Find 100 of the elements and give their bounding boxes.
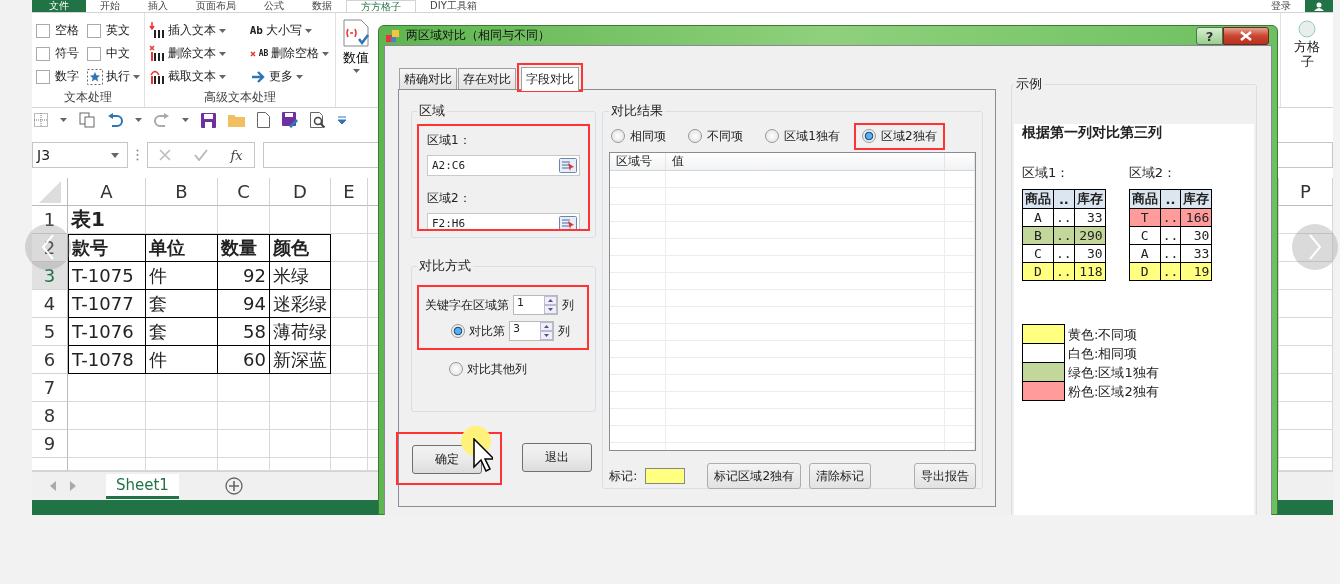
tab[interactable]: 精确对比: [399, 68, 457, 89]
checkbox-label: 数字: [55, 68, 79, 85]
table-cell: 94: [218, 290, 270, 318]
legend-label: 绿色:区域1独有: [1068, 363, 1159, 382]
button-label[interactable]: 子: [1300, 54, 1314, 69]
row-header[interactable]: 1: [32, 206, 68, 234]
range-field[interactable]: A2:C6: [427, 155, 581, 176]
color-swatch[interactable]: [645, 468, 686, 484]
ribbon-tab[interactable]: 方方格子: [346, 0, 416, 12]
new-document-icon: [257, 112, 270, 128]
radio-button[interactable]: [451, 324, 465, 338]
close-button[interactable]: [1223, 27, 1269, 45]
column-header[interactable]: C: [218, 178, 270, 206]
checkbox[interactable]: [36, 46, 50, 61]
table-cell: ..: [1160, 244, 1181, 263]
table-cell: 单位: [146, 234, 218, 262]
ribbon-tab[interactable]: 页面布局: [182, 0, 250, 12]
dialog-button[interactable]: 退出: [522, 443, 592, 472]
checkbox-label: 英文: [106, 22, 130, 39]
checkbox[interactable]: [87, 46, 101, 61]
tool-button[interactable]: 删除文本: [149, 45, 228, 62]
row-header[interactable]: 4: [32, 290, 68, 318]
checkbox[interactable]: [36, 69, 50, 84]
row-header[interactable]: 5: [32, 318, 68, 346]
scroll-right-icon[interactable]: [70, 481, 76, 491]
radio-button[interactable]: [861, 129, 876, 143]
file-tab[interactable]: 文件: [32, 0, 86, 12]
ribbon-tab[interactable]: 公式: [250, 0, 298, 12]
previous-button[interactable]: [25, 224, 71, 270]
column-header[interactable]: P: [1279, 178, 1333, 206]
help-button[interactable]: ?: [1196, 27, 1223, 45]
button-label[interactable]: 方格: [1294, 39, 1320, 54]
column-header[interactable]: A: [68, 178, 146, 206]
radio-label: 对比第: [469, 322, 505, 340]
table-cell: 33: [1074, 208, 1106, 227]
spin-arrows-icon[interactable]: [540, 322, 553, 340]
range-picker-icon[interactable]: [559, 216, 578, 229]
sign-in-link[interactable]: 登录: [1257, 0, 1305, 12]
range-field[interactable]: F2:H6: [427, 213, 581, 229]
table-cell: 290: [1074, 226, 1106, 245]
checkbox[interactable]: [87, 23, 101, 38]
column-header: 库存: [1074, 189, 1106, 209]
column-header[interactable]: D: [270, 178, 331, 206]
sheet-tab[interactable]: Sheet1: [106, 473, 179, 499]
number-spinner[interactable]: 1: [513, 295, 558, 315]
group-title: 区域: [418, 102, 446, 120]
share-button[interactable]: [1305, 0, 1333, 12]
ribbon-tab[interactable]: 数据: [298, 0, 346, 12]
insert-function-button[interactable]: fx: [230, 147, 243, 163]
action-button[interactable]: 标记区域2独有: [707, 463, 801, 489]
icon-glyph: AB: [258, 49, 269, 58]
caret-icon: [295, 74, 303, 79]
row-header[interactable]: 9: [32, 430, 68, 458]
radio-button[interactable]: [611, 129, 626, 143]
column-header[interactable]: E: [331, 178, 368, 206]
range-picker-icon[interactable]: [559, 158, 578, 173]
row-header[interactable]: 3: [32, 262, 68, 290]
tool-button[interactable]: 插入文本: [149, 22, 228, 39]
ribbon-tab[interactable]: 开始: [86, 0, 134, 12]
row-header[interactable]: 7: [32, 374, 68, 402]
tab[interactable]: 存在对比: [458, 68, 516, 89]
radio-button[interactable]: [688, 129, 703, 143]
number-button[interactable]: 数值: [336, 13, 376, 79]
cancel-icon[interactable]: [159, 149, 172, 161]
table-cell: A: [1129, 244, 1161, 263]
action-button[interactable]: 导出报告: [914, 463, 976, 489]
action-button[interactable]: 清除标记: [809, 463, 871, 489]
column-header[interactable]: B: [146, 178, 218, 206]
add-sheet-icon[interactable]: [224, 477, 243, 495]
column-header[interactable]: 值: [666, 153, 945, 170]
select-all-icon[interactable]: [38, 180, 61, 203]
tool-button[interactable]: 更多: [249, 68, 331, 85]
table-cell: [218, 206, 270, 234]
column-header: 库存: [1180, 189, 1212, 209]
tool-button[interactable]: AB 删除空格: [249, 45, 331, 62]
enter-icon[interactable]: [193, 149, 208, 161]
table-cell: ..: [1053, 208, 1075, 227]
checkbox[interactable]: [36, 23, 50, 38]
run-button[interactable]: 执行: [87, 68, 140, 85]
table-cell: ..: [1160, 226, 1181, 245]
next-button[interactable]: [1292, 224, 1338, 270]
tab[interactable]: 字段对比: [521, 67, 579, 91]
row-header[interactable]: 6: [32, 346, 68, 374]
mark-label: 标记:: [609, 467, 638, 485]
table-cell: T-1077: [68, 290, 146, 318]
ribbon-tab[interactable]: 插入: [134, 0, 182, 12]
tool-button[interactable]: 截取文本: [149, 68, 228, 85]
table-cell: [270, 430, 331, 458]
window-title: 两区域对比（相同与不同）: [406, 27, 550, 44]
spin-arrows-icon[interactable]: [544, 296, 557, 314]
column-header[interactable]: 区域号: [610, 153, 667, 170]
name-box[interactable]: J3: [32, 142, 128, 168]
table-cell: T: [1129, 208, 1161, 227]
radio-button[interactable]: [449, 362, 463, 376]
radio-button[interactable]: [765, 129, 780, 143]
tool-button[interactable]: Ab 大小写: [249, 22, 331, 39]
scroll-left-icon[interactable]: [50, 481, 56, 491]
ribbon-tab[interactable]: DIY工具箱: [416, 0, 491, 12]
row-header[interactable]: 8: [32, 402, 68, 430]
number-spinner[interactable]: 3: [509, 321, 554, 341]
